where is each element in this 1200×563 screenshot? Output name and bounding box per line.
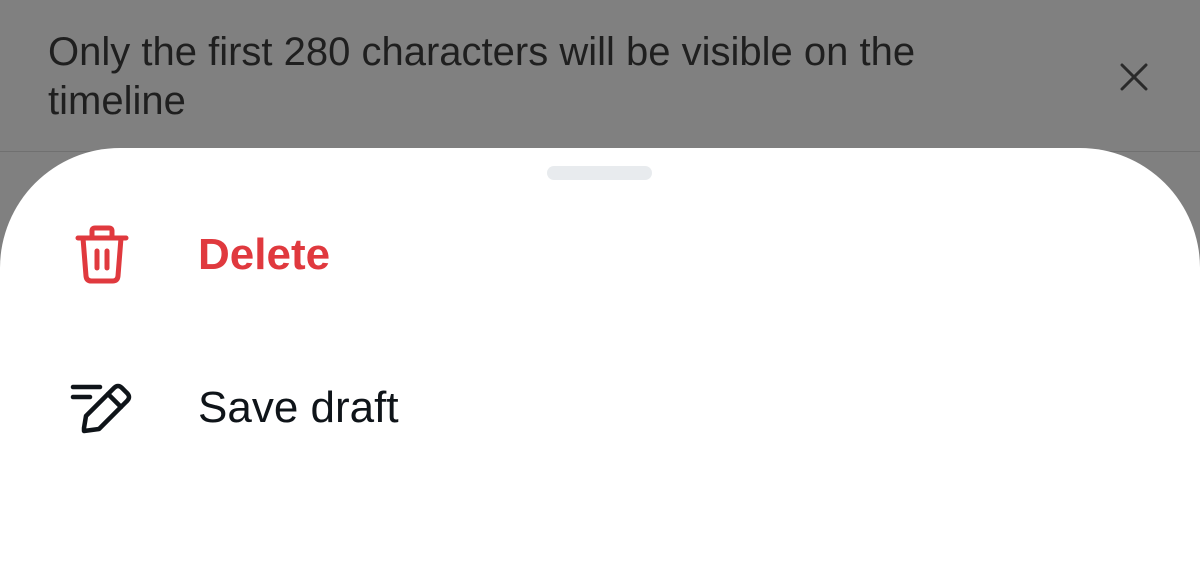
delete-button[interactable]: Delete [0,200,1200,310]
banner-message: Only the first 280 characters will be vi… [48,30,916,123]
close-icon[interactable] [1112,55,1156,99]
character-limit-banner: Only the first 280 characters will be vi… [0,0,1200,152]
save-draft-label: Save draft [198,383,399,432]
pencil-draft-icon [68,374,136,442]
sheet-grabber-handle[interactable] [547,166,652,180]
delete-label: Delete [198,230,331,279]
save-draft-button[interactable]: Save draft [0,353,1200,463]
trash-icon [68,221,136,289]
action-sheet: Delete Save draft [0,148,1200,563]
